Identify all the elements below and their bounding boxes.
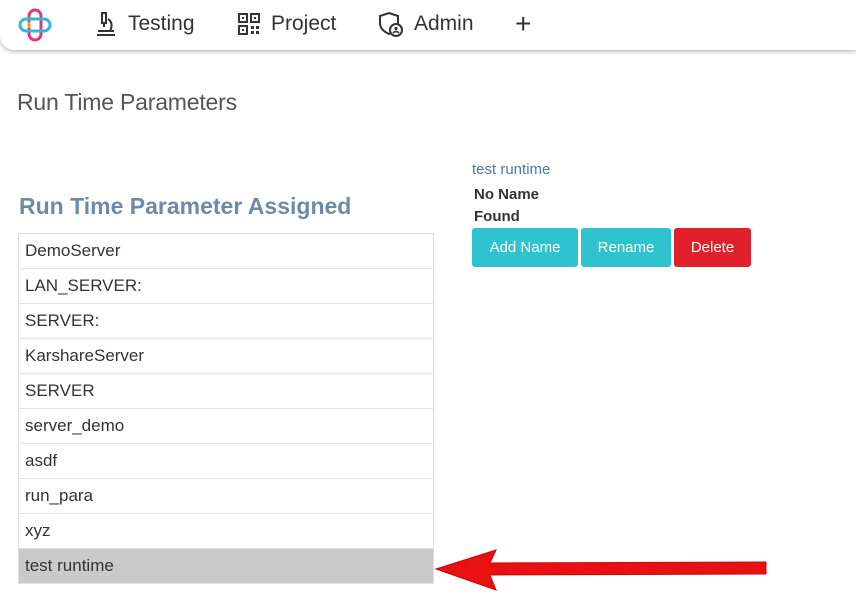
qr-code-icon	[238, 13, 260, 35]
list-item[interactable]: run_para	[19, 479, 433, 514]
app-logo[interactable]	[18, 8, 54, 42]
parameter-detail-panel: test runtime No Name Found	[472, 161, 550, 228]
nav-testing-label: Testing	[128, 12, 195, 35]
add-name-button[interactable]: Add Name	[472, 228, 578, 267]
assigned-section-title: Run Time Parameter Assigned	[19, 193, 352, 219]
list-item[interactable]: server_demo	[19, 409, 433, 444]
nav-project-label: Project	[271, 12, 337, 35]
list-item-selected[interactable]: test runtime	[19, 549, 433, 584]
no-name-found-message: No Name Found	[474, 184, 550, 228]
microscope-icon	[97, 12, 115, 36]
page-title: Run Time Parameters	[17, 89, 237, 115]
annotation-arrow-icon	[434, 549, 767, 591]
rename-button[interactable]: Rename	[581, 228, 671, 267]
list-item[interactable]: asdf	[19, 444, 433, 479]
assigned-parameter-list: DemoServer LAN_SERVER: SERVER: KarshareS…	[18, 233, 434, 584]
shield-user-icon	[379, 11, 403, 37]
delete-button[interactable]: Delete	[674, 228, 751, 267]
list-item[interactable]: xyz	[19, 514, 433, 549]
selected-parameter-name[interactable]: test runtime	[472, 161, 550, 178]
top-navbar: Testing Project Admin +	[0, 0, 856, 50]
nav-project[interactable]: Project	[237, 9, 336, 39]
nav-testing[interactable]: Testing	[94, 9, 195, 39]
list-item[interactable]: DemoServer	[19, 234, 433, 269]
list-item[interactable]: KarshareServer	[19, 339, 433, 374]
nav-admin[interactable]: Admin	[378, 9, 474, 39]
add-tab-button[interactable]: +	[515, 8, 532, 39]
detail-actions: Add Name Rename Delete	[472, 228, 754, 267]
message-line-1: No Name	[474, 186, 540, 203]
plus-icon: +	[515, 8, 532, 39]
list-item[interactable]: LAN_SERVER:	[19, 269, 433, 304]
list-item[interactable]: SERVER:	[19, 304, 433, 339]
message-line-2: Found	[474, 208, 520, 225]
nav-admin-label: Admin	[414, 12, 474, 35]
list-item[interactable]: SERVER	[19, 374, 433, 409]
